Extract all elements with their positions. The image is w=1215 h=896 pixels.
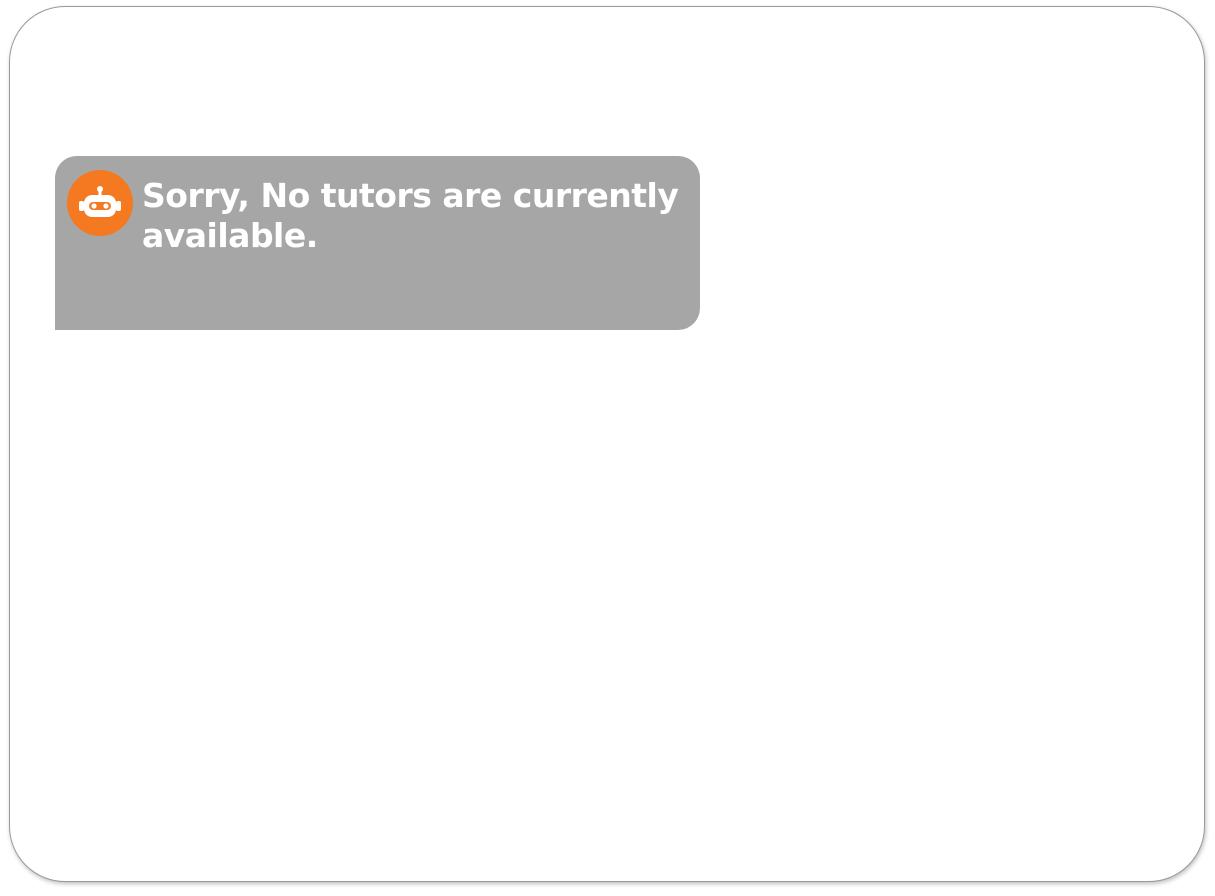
chat-window: Sorry, No tutors are currently available… — [9, 6, 1205, 882]
bot-message-text: Sorry, No tutors are currently available… — [142, 176, 679, 255]
robot-icon — [78, 185, 122, 221]
bot-message-bubble: Sorry, No tutors are currently available… — [55, 156, 700, 330]
bot-avatar — [67, 170, 133, 236]
